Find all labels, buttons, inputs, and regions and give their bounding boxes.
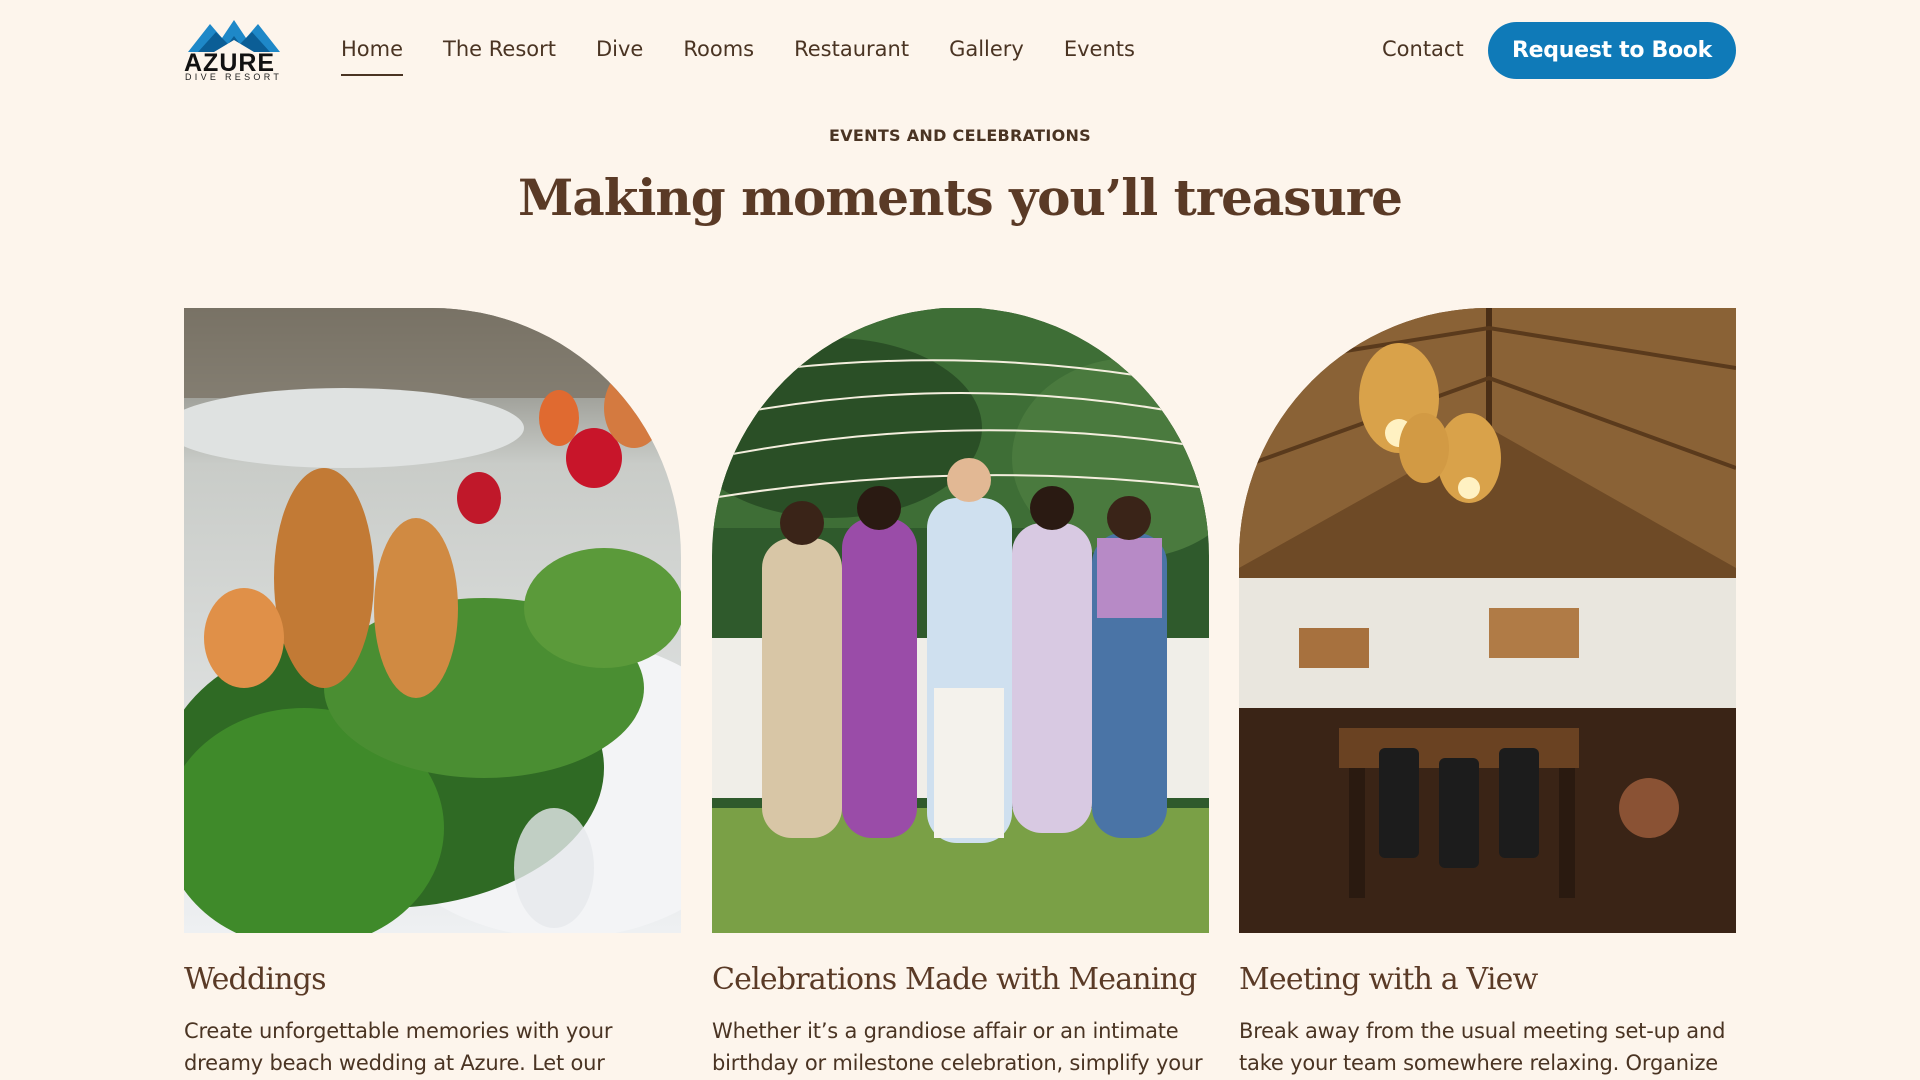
nav-the-resort[interactable]: The Resort <box>443 34 556 74</box>
thatched-roof-dining-pavilion-photo <box>1239 308 1736 933</box>
main-nav: Home The Resort Dive Rooms Restaurant Ga… <box>341 34 1135 76</box>
family-group-garden-party-photo <box>712 308 1209 933</box>
card-description: Break away from the usual meeting set-up… <box>1239 1019 1726 1075</box>
event-card-celebrations[interactable]: Celebrations Made with Meaning Whether i… <box>712 308 1209 1075</box>
event-card-weddings[interactable]: Weddings Create unforgettable memories w… <box>184 308 681 1075</box>
card-image-weddings <box>184 308 681 933</box>
section-title: Making moments you’ll treasure <box>518 168 1403 227</box>
nav-gallery[interactable]: Gallery <box>949 34 1024 74</box>
card-title: Celebrations Made with Meaning <box>712 962 1197 997</box>
event-card-meetings[interactable]: Meeting with a View Break away from the … <box>1239 308 1736 1075</box>
brand-tagline: DIVE RESORT <box>185 72 283 82</box>
site-header: AZURE DIVE RESORT Home The Resort Dive R… <box>0 0 1920 100</box>
card-title: Meeting with a View <box>1239 962 1538 997</box>
nav-restaurant[interactable]: Restaurant <box>794 34 909 74</box>
section-eyebrow: EVENTS AND CELEBRATIONS <box>828 126 1091 145</box>
nav-dive[interactable]: Dive <box>596 34 643 74</box>
nav-rooms[interactable]: Rooms <box>683 34 754 74</box>
card-image-celebrations <box>712 308 1209 933</box>
brand-logo[interactable]: AZURE DIVE RESORT <box>184 18 284 82</box>
card-description: Create unforgettable memories with your … <box>184 1019 613 1075</box>
card-image-meetings <box>1239 308 1736 933</box>
request-to-book-button[interactable]: Request to Book <box>1488 22 1736 79</box>
card-description: Whether it’s a grandiose affair or an in… <box>712 1019 1203 1075</box>
nav-home[interactable]: Home <box>341 34 404 76</box>
card-title: Weddings <box>184 962 326 997</box>
nav-events[interactable]: Events <box>1064 34 1135 74</box>
tropical-floral-centerpiece-photo <box>184 308 681 933</box>
contact-link[interactable]: Contact <box>1382 34 1464 64</box>
